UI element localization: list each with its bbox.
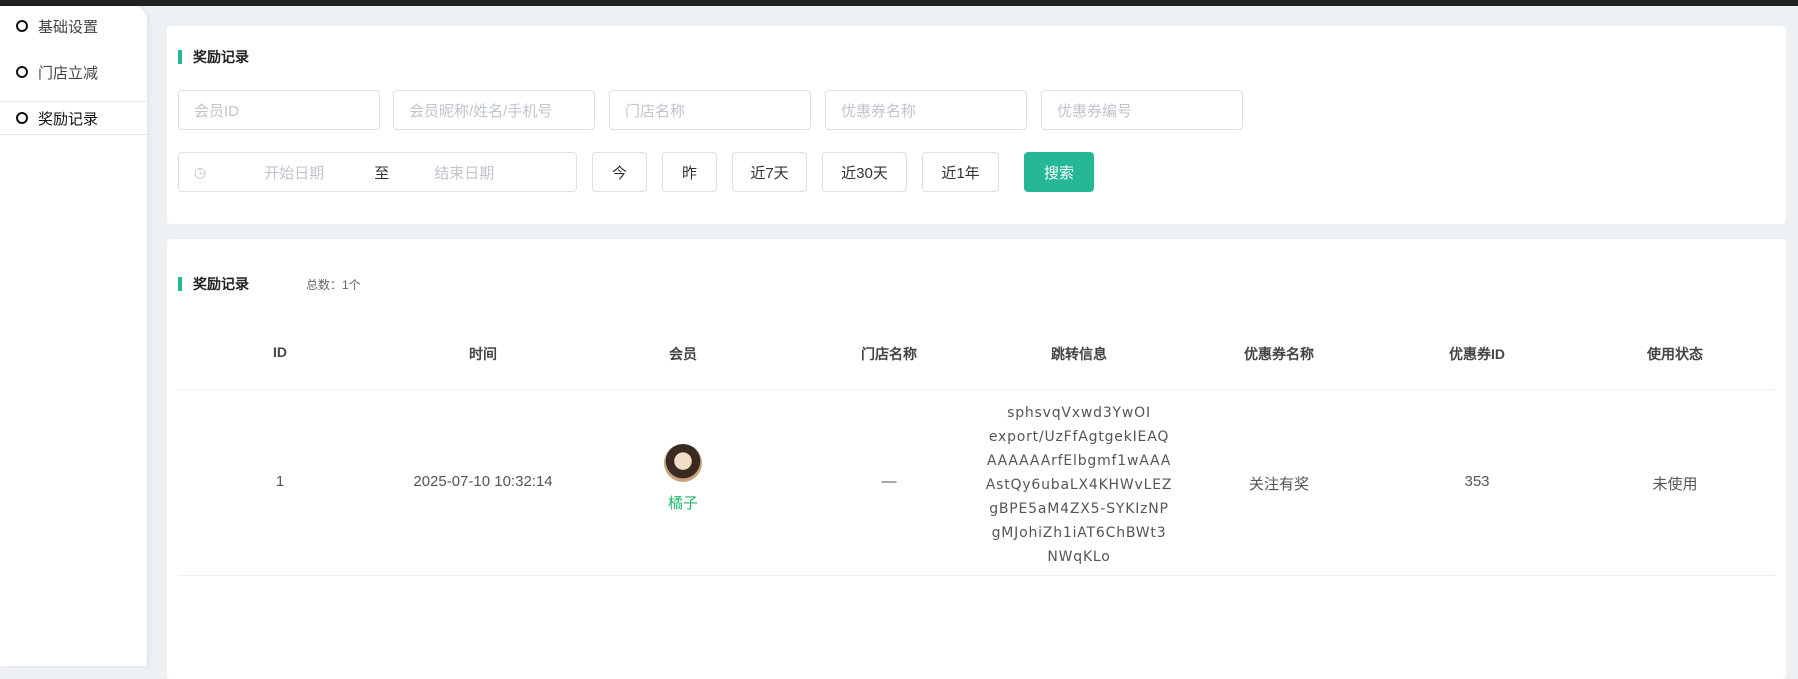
records-card: 奖励记录 总数：1个 ID 时间 会员 门店名称 跳转信息 优惠券名称 优惠券I…: [167, 239, 1786, 679]
cell-store: —: [881, 473, 897, 490]
end-date-input[interactable]: 结束日期: [434, 162, 494, 183]
sidebar-item-label: 基础设置: [38, 18, 99, 36]
sidebar-item-label: 门店立减: [38, 64, 99, 82]
jump-line: NWqKLo: [1047, 549, 1111, 565]
header-divider: [178, 389, 1775, 390]
sidebar-item-label: 奖励记录: [38, 110, 99, 128]
range-separator: 至: [374, 164, 390, 182]
search-button[interactable]: 搜索: [1024, 152, 1094, 192]
filter-title-text: 奖励记录: [193, 49, 249, 65]
store-name-input[interactable]: 门店名称: [609, 90, 811, 130]
avatar: [664, 444, 702, 482]
col-header-id: ID: [273, 344, 287, 360]
circle-icon: [16, 66, 28, 78]
cell-status: 未使用: [1652, 476, 1698, 493]
member-id-input[interactable]: 会员ID: [178, 90, 380, 130]
jump-line: gBPE5aM4ZX5-SYKIzNP: [989, 501, 1169, 517]
jump-line: AstQy6ubaLX4KHWvLEZ: [985, 477, 1173, 493]
title-accent-bar: [178, 50, 182, 64]
jump-line: AAAAAArfElbgmf1wAAA: [986, 453, 1172, 469]
cell-id: 1: [275, 473, 285, 490]
cell-coupon-id: 353: [1464, 473, 1490, 490]
cell-member: 橘子: [664, 444, 702, 513]
col-header-coupon-name: 优惠券名称: [1244, 346, 1314, 362]
member-info-input[interactable]: 会员昵称/姓名/手机号: [393, 90, 595, 130]
date-range-picker[interactable]: ◷ 开始日期 至 结束日期: [178, 152, 577, 192]
jump-line: sphsvqVxwd3YwOI: [1007, 405, 1151, 421]
sidebar: 基础设置 门店立减 奖励记录: [0, 6, 147, 666]
cell-time: 2025-07-10 10:32:14: [413, 473, 553, 490]
top-bar: [0, 0, 1798, 6]
col-header-time: 时间: [469, 346, 497, 362]
cell-jump-info: sphsvqVxwd3YwOI export/UzFfAgtgekIEAQ AA…: [986, 401, 1172, 569]
yesterday-button[interactable]: 昨: [662, 152, 717, 192]
jump-line: export/UzFfAgtgekIEAQ: [988, 429, 1170, 445]
filter-card: 奖励记录 会员ID 会员昵称/姓名/手机号 门店名称 优惠券名称 优惠券编号 ◷…: [167, 26, 1786, 224]
sidebar-item-store-discount[interactable]: 门店立减: [0, 55, 147, 89]
coupon-no-input[interactable]: 优惠券编号: [1041, 90, 1243, 130]
col-header-status: 使用状态: [1647, 346, 1703, 362]
jump-line: gMJohiZh1iAT6ChBWt3: [991, 525, 1167, 541]
circle-icon: [16, 20, 28, 32]
today-button[interactable]: 今: [592, 152, 647, 192]
cell-coupon-name: 关注有奖: [1248, 476, 1310, 493]
last-30-days-button[interactable]: 近30天: [822, 152, 907, 192]
last-7-days-button[interactable]: 近7天: [732, 152, 807, 192]
row-divider: [178, 575, 1775, 576]
total-count: 总数：1个: [306, 278, 361, 292]
records-title: 奖励记录: [178, 274, 249, 294]
start-date-input[interactable]: 开始日期: [264, 162, 364, 183]
title-accent-bar: [178, 277, 182, 291]
circle-icon: [16, 112, 28, 124]
filter-title: 奖励记录: [178, 47, 249, 67]
last-1-year-button[interactable]: 近1年: [922, 152, 999, 192]
coupon-name-input[interactable]: 优惠券名称: [825, 90, 1027, 130]
sidebar-item-reward-records[interactable]: 奖励记录: [0, 101, 147, 135]
records-title-text: 奖励记录: [193, 276, 249, 292]
sidebar-item-basic-settings[interactable]: 基础设置: [0, 9, 147, 43]
member-name-link[interactable]: 橘子: [664, 492, 702, 513]
col-header-coupon-id: 优惠券ID: [1449, 346, 1505, 362]
col-header-store: 门店名称: [861, 346, 917, 362]
col-header-jump-info: 跳转信息: [1051, 346, 1107, 362]
clock-icon: ◷: [194, 163, 207, 180]
col-header-member: 会员: [669, 346, 697, 362]
